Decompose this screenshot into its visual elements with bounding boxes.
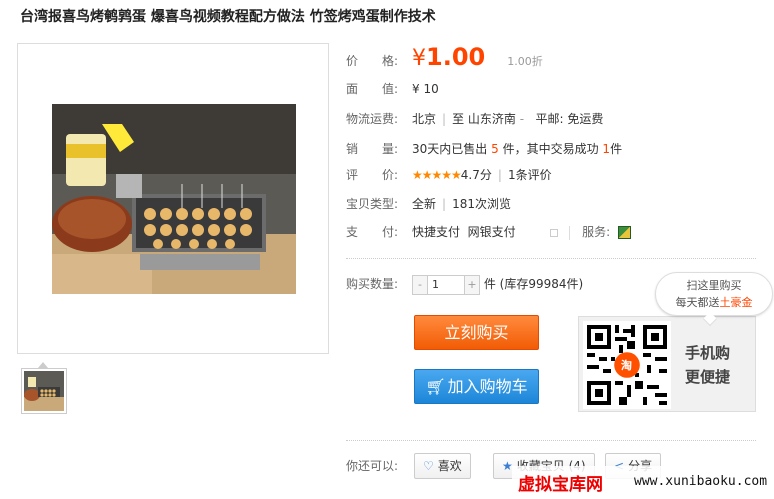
bubble-highlight: 土豪金 xyxy=(719,296,753,309)
separator: | xyxy=(442,112,447,126)
item-views: 181次浏览 xyxy=(452,197,511,211)
sales-prefix: 30天内已售出 xyxy=(412,142,488,156)
quantity-row: 购买数量: -1 + 件 (库存99984件) xyxy=(346,273,583,295)
divider xyxy=(569,225,571,240)
payment-row: 支 付: 快捷支付 网银支付 服务: xyxy=(346,221,632,243)
quantity-label: 购买数量: xyxy=(346,277,399,291)
like-label: 喜欢 xyxy=(437,459,462,473)
shipping-label: 物流运费: xyxy=(346,112,399,126)
watermark-url: www.xunibaoku.com xyxy=(634,474,768,489)
price-label: 价 格: xyxy=(346,54,399,68)
face-value-label: 面 值: xyxy=(346,82,399,96)
face-value: ¥ 10 xyxy=(412,82,439,96)
star-rating-icon: ★★★★★ xyxy=(412,168,462,182)
shipping-row: 物流运费: 北京 | 至 山东济南 - 平邮: 免运费 xyxy=(346,108,603,130)
cart-icon: 🛒︎ xyxy=(425,377,446,396)
payment-bank: 网银支付 xyxy=(467,225,516,239)
thumbnail-1[interactable] xyxy=(21,368,67,414)
item-type-label: 宝贝类型: xyxy=(346,197,399,211)
shipping-destination-select[interactable]: 山东济南 - xyxy=(468,112,524,126)
service-badge-icon[interactable] xyxy=(618,226,632,239)
item-condition: 全新 xyxy=(412,197,437,211)
mobile-qr-panel[interactable]: 淘 手机购 更便捷 xyxy=(578,316,756,412)
taobao-logo-icon: 淘 xyxy=(621,359,632,372)
buy-now-button[interactable]: 立刻购买 xyxy=(414,315,539,350)
quantity-minus-button[interactable]: - xyxy=(413,275,427,294)
mobile-buy-text: 手机购 更便捷 xyxy=(685,341,730,389)
price-symbol: ¥ xyxy=(412,46,426,71)
product-photo xyxy=(52,104,296,294)
heart-icon: ♡ xyxy=(423,459,434,473)
stock-text: (库存99984件) xyxy=(499,277,584,291)
add-to-cart-button[interactable]: 🛒︎ 加入购物车 xyxy=(414,369,539,404)
payment-quick: 快捷支付 xyxy=(412,225,461,239)
mobile-buy-line1: 手机购 xyxy=(685,344,731,362)
watermark-name: 虚拟宝库网 xyxy=(518,475,603,495)
discount-text: 1.00折 xyxy=(507,55,543,68)
rating-score: 4.7分 xyxy=(460,168,492,182)
site-watermark: 虚拟宝库网 www.xunibaoku.com xyxy=(512,466,774,499)
face-value-row: 面 值: ¥ 10 xyxy=(346,78,439,100)
chevron-down-icon: - xyxy=(519,112,525,126)
quantity-plus-button[interactable]: + xyxy=(465,275,479,294)
sales-row: 销 量: 30天内已售出 5 件，其中交易成功 1件 xyxy=(346,138,622,160)
separator: | xyxy=(497,168,502,182)
like-button[interactable]: ♡ 喜欢 xyxy=(414,453,471,479)
add-to-cart-label: 加入购物车 xyxy=(447,377,528,396)
sales-success-count: 1 xyxy=(602,142,611,156)
qr-promo-bubble: 扫这里购买 每天都送土豪金 xyxy=(655,272,773,316)
shipping-mail: 平邮: 免运费 xyxy=(535,112,604,126)
item-type-row: 宝贝类型: 全新 | 181次浏览 xyxy=(346,193,511,215)
bubble-line1: 扫这里购买 xyxy=(686,279,742,292)
payment-label: 支 付: xyxy=(346,225,399,239)
bubble-line2: 每天都送土豪金 xyxy=(675,296,753,309)
separator: | xyxy=(442,197,447,211)
actions-label-row: 你还可以: xyxy=(346,455,412,477)
shipping-from: 北京 xyxy=(412,112,437,126)
rating-count-link[interactable]: 1条评价 xyxy=(508,168,552,182)
sales-sold-count: 5 xyxy=(491,142,499,156)
quantity-input[interactable]: 1 xyxy=(427,275,465,294)
shipping-to-prefix: 至 xyxy=(452,112,465,126)
actions-label: 你还可以: xyxy=(346,459,399,473)
price-value: 1.00 xyxy=(426,43,486,71)
rating-row: 评 价: ★★★★★4.7分 | 1条评价 xyxy=(346,164,552,186)
section-divider xyxy=(346,258,756,259)
main-image-frame[interactable] xyxy=(17,43,329,354)
sales-label: 销 量: xyxy=(346,142,399,156)
section-divider xyxy=(346,440,756,441)
payment-more-icon[interactable] xyxy=(549,228,558,237)
quantity-stepper: -1 + xyxy=(412,274,480,295)
price-row: 价 格: ¥1.00 1.00折 xyxy=(346,43,543,71)
mobile-buy-line2: 更便捷 xyxy=(685,368,731,386)
sales-suffix: 件 xyxy=(610,142,623,156)
product-title: 台湾报喜鸟烤鹌鹑蛋 爆喜鸟视频教程配方做法 竹签烤鸡蛋制作技术 xyxy=(20,9,436,25)
rating-label: 评 价: xyxy=(346,168,399,182)
quantity-unit: 件 xyxy=(483,277,496,291)
service-label: 服务: xyxy=(582,225,611,239)
qr-code-image: 淘 xyxy=(583,321,671,409)
sales-mid: 件，其中交易成功 xyxy=(502,142,599,156)
